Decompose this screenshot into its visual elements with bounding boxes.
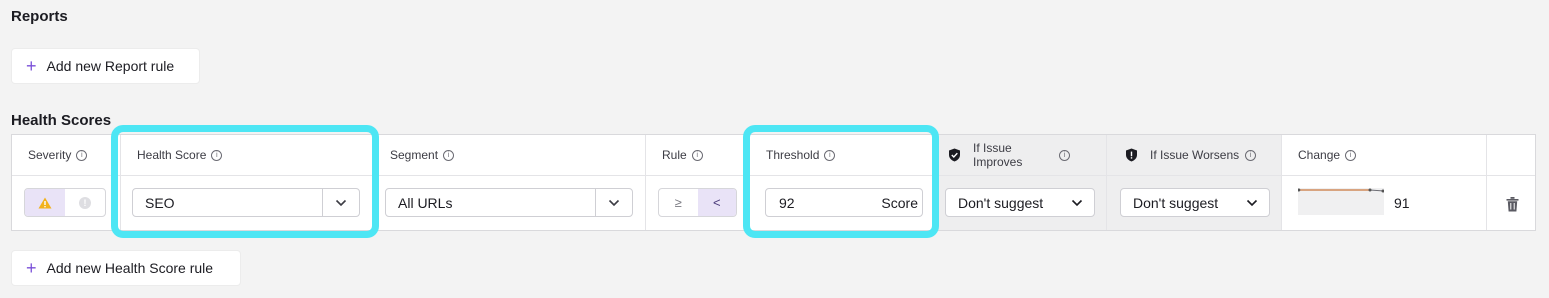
threshold-input[interactable]: 92 Score [765,188,923,217]
rule-header: Rule i [646,135,749,176]
if-improves-header: If Issue Improves i [936,135,1106,176]
severity-toggle[interactable]: ! [24,188,106,217]
threshold-header: Threshold i [750,135,935,176]
plus-icon: + [26,258,37,278]
chevron-down-icon [1060,189,1094,216]
plus-icon: + [26,56,37,76]
if-worsens-column: If Issue Worsens i Don't suggest [1107,135,1282,230]
actions-column [1487,135,1535,230]
health-score-column: Health Score i SEO [121,135,374,230]
add-report-rule-label: Add new Report rule [46,58,175,74]
info-icon[interactable]: i [76,149,88,161]
info-icon[interactable]: i [1245,149,1257,161]
info-icon[interactable]: i [443,149,455,161]
chevron-down-icon [1235,189,1269,216]
if-improves-select-value: Don't suggest [958,194,1044,211]
if-worsens-header-label: If Issue Worsens [1150,148,1240,162]
change-header: Change i [1282,135,1486,176]
change-value: 91 [1394,195,1410,211]
health-score-header: Health Score i [121,135,373,176]
info-icon[interactable]: i [211,149,223,161]
if-improves-select[interactable]: Don't suggest [945,188,1095,217]
severity-header-label: Severity [28,148,72,162]
change-header-label: Change [1298,148,1341,162]
if-improves-column: If Issue Improves i Don't suggest [936,135,1107,230]
info-icon[interactable]: i [824,149,836,161]
rule-lt-option[interactable]: < [697,189,736,216]
threshold-column: Threshold i 92 Score [750,135,936,230]
health-score-select[interactable]: SEO [132,188,360,217]
actions-header [1487,135,1535,176]
segment-header-label: Segment [390,148,439,162]
rule-gte-option[interactable]: ≥ [659,189,698,216]
reports-title: Reports [11,8,68,25]
add-health-score-rule-button[interactable]: + Add new Health Score rule [11,250,241,286]
segment-column: Segment i All URLs [374,135,646,230]
health-scores-title: Health Scores [11,112,112,129]
chevron-down-icon [595,189,632,216]
segment-select[interactable]: All URLs [385,188,633,217]
rule-toggle[interactable]: ≥ < [658,188,737,217]
trash-icon[interactable] [1506,197,1519,212]
health-score-header-label: Health Score [137,148,207,162]
if-worsens-header: If Issue Worsens i [1107,135,1281,176]
health-score-select-value: SEO [145,194,175,211]
if-improves-header-label: If Issue Improves [973,141,1023,169]
add-health-score-rule-label: Add new Health Score rule [46,260,214,276]
rule-header-label: Rule [662,148,687,162]
rule-column: Rule i ≥ < [646,135,750,230]
severity-column: Severity i ! [12,135,121,230]
severity-header: Severity i [12,135,120,176]
segment-header: Segment i [374,135,645,176]
if-worsens-select-value: Don't suggest [1133,194,1219,211]
add-report-rule-button[interactable]: + Add new Report rule [11,48,200,84]
shield-check-icon [949,148,960,162]
health-scores-table: Severity i ! Health Score i SEO Segment … [11,134,1536,231]
change-column: Change i 91 [1282,135,1487,230]
if-worsens-select[interactable]: Don't suggest [1120,188,1270,217]
info-icon[interactable]: i [1059,149,1070,161]
threshold-header-label: Threshold [766,148,820,162]
chevron-down-icon [322,189,359,216]
severity-warning-option[interactable] [25,189,65,216]
threshold-value: 92 [779,194,795,211]
circle-icon: ! [79,196,91,209]
threshold-unit: Score [881,194,918,211]
info-icon[interactable]: i [1345,149,1357,161]
shield-alert-icon [1126,148,1137,162]
severity-info-option[interactable]: ! [65,189,105,216]
info-icon[interactable]: i [691,149,703,161]
change-sparkline [1298,188,1384,215]
segment-select-value: All URLs [398,194,453,211]
warning-icon [38,197,52,208]
